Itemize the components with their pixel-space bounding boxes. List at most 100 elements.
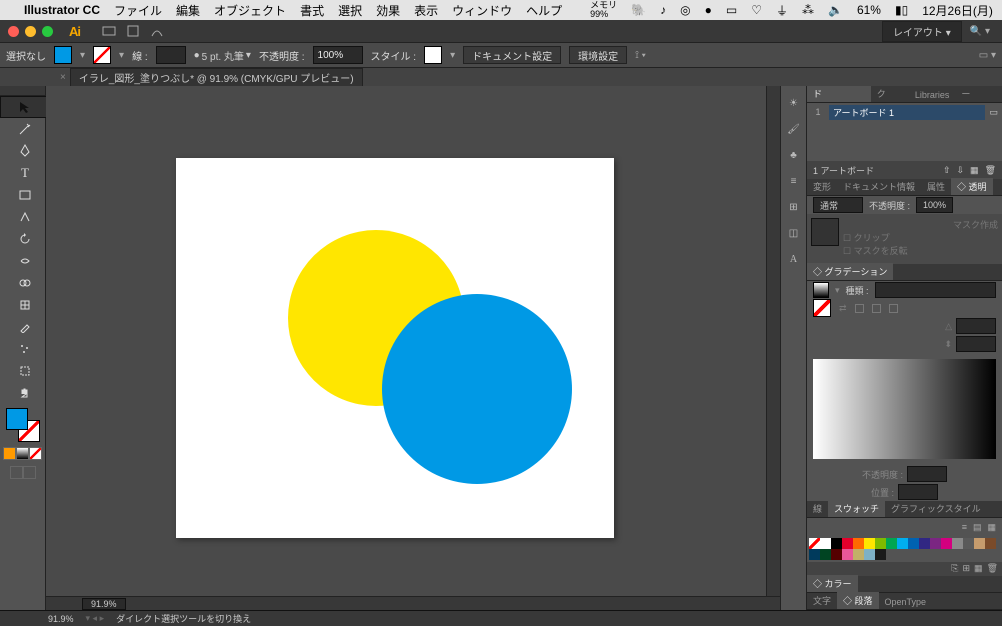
tab-swatches[interactable]: スウォッチ <box>828 500 885 517</box>
eyedropper-tool[interactable] <box>0 316 50 338</box>
swatch-item[interactable] <box>974 538 985 549</box>
swatch-item[interactable] <box>886 538 897 549</box>
stroke-swatch[interactable] <box>93 46 111 64</box>
tab-transparency[interactable]: ◇ 透明 <box>951 178 993 195</box>
blue-circle-shape[interactable] <box>382 294 572 484</box>
display-icon[interactable]: ▭ <box>726 3 737 17</box>
vertical-scrollbar[interactable] <box>766 86 780 596</box>
stroke-panel-icon[interactable]: ≡ <box>785 172 803 190</box>
selection-tool[interactable] <box>0 96 50 118</box>
swatch-item[interactable] <box>963 538 974 549</box>
zoom-level-display[interactable]: 91.9% <box>82 598 126 610</box>
artboard-tool[interactable] <box>0 360 50 382</box>
gradient-across-stroke-icon[interactable] <box>855 304 864 313</box>
gradient-mode-icon[interactable] <box>16 447 29 460</box>
swatch-item[interactable] <box>809 549 820 560</box>
new-swatch-icon[interactable]: ▦ <box>974 563 983 575</box>
tab-attributes[interactable]: 属性 <box>921 178 951 195</box>
tab-opentype[interactable]: OpenType <box>879 595 933 609</box>
swatch-item[interactable] <box>831 538 842 549</box>
fill-color-box[interactable] <box>6 408 28 430</box>
document-setup-button[interactable]: ドキュメント設定 <box>463 46 561 64</box>
pathfinder-panel-icon[interactable]: ◫ <box>785 224 803 242</box>
gradient-stop-opacity-input[interactable] <box>907 466 947 482</box>
menu-type[interactable]: 書式 <box>300 2 324 19</box>
gradient-preview[interactable] <box>813 359 996 459</box>
app-name[interactable]: Illustrator CC <box>24 3 100 17</box>
align-icon[interactable]: ⟟ ▾ <box>635 50 646 61</box>
delete-artboard-icon[interactable]: 🗑 <box>985 165 996 176</box>
artboard-name[interactable]: アートボード 1 <box>829 105 985 120</box>
fill-stroke-indicator[interactable] <box>4 408 41 444</box>
document-tab[interactable]: イラレ_図形_塗りつぶし* @ 91.9% (CMYK/GPU プレビュー) <box>70 68 363 87</box>
tab-graphicstyles[interactable]: グラフィックスタイル <box>885 500 987 517</box>
volume-icon[interactable]: 🔈 <box>828 3 843 17</box>
window-zoom-button[interactable] <box>42 26 53 37</box>
menu-help[interactable]: ヘルプ <box>526 2 562 19</box>
stroke-profile[interactable]: ● 5 pt. 丸筆 ▾ <box>194 48 251 63</box>
artboard[interactable] <box>176 158 614 538</box>
menu-effect[interactable]: 効果 <box>376 2 400 19</box>
transparency-thumb[interactable] <box>811 218 839 246</box>
window-close-button[interactable] <box>8 26 19 37</box>
delete-swatch-icon[interactable]: 🗑 <box>987 563 998 575</box>
swatch-options-icon[interactable]: ⊞ <box>963 563 971 575</box>
rectangle-tool[interactable] <box>0 184 50 206</box>
swatch-list-icon[interactable]: ▤ <box>973 522 982 533</box>
swatch-item[interactable] <box>875 549 886 560</box>
transparency-opacity-input[interactable]: 100% <box>916 197 953 213</box>
swatch-item[interactable] <box>842 538 853 549</box>
swatch-item[interactable] <box>853 549 864 560</box>
status-icon[interactable]: ♪ <box>660 3 666 17</box>
shape-builder-tool[interactable] <box>0 272 50 294</box>
preferences-button[interactable]: 環境設定 <box>569 46 627 64</box>
arrange-icon[interactable] <box>148 22 166 40</box>
symbol-sprayer-tool[interactable] <box>0 338 50 360</box>
swatch-item[interactable] <box>853 538 864 549</box>
tab-layers[interactable]: レイヤー <box>955 86 1002 102</box>
swatch-item[interactable] <box>864 549 875 560</box>
swatch-library-icon[interactable]: ⎘ <box>951 563 958 575</box>
gradient-aspect-input[interactable] <box>956 336 996 352</box>
zoom-field[interactable]: 91.9% <box>48 614 74 624</box>
swatch-item[interactable] <box>985 538 996 549</box>
swatch-item[interactable] <box>820 538 831 549</box>
reorder-down-icon[interactable]: ⇩ <box>957 165 965 176</box>
color-mode-icon[interactable] <box>3 447 16 460</box>
color-guide-panel-icon[interactable]: ☀ <box>785 94 803 112</box>
width-tool[interactable] <box>0 250 50 272</box>
gradient-stop-location-input[interactable] <box>898 484 938 500</box>
invert-mask-checkbox[interactable]: ☐ マスクを反転 <box>843 244 998 257</box>
canvas-area[interactable]: 91.9% <box>46 86 780 610</box>
menu-select[interactable]: 選択 <box>338 2 362 19</box>
swatch-item[interactable] <box>930 538 941 549</box>
style-swatch[interactable] <box>424 46 442 64</box>
align-panel-icon[interactable]: ⊞ <box>785 198 803 216</box>
battery-icon[interactable]: ▮▯ <box>895 3 908 17</box>
symbols-panel-icon[interactable]: ♣ <box>785 146 803 164</box>
evernote-icon[interactable]: 🐘 <box>631 3 646 17</box>
stroke-weight-input[interactable]: ‎ <box>156 46 186 64</box>
window-minimize-button[interactable] <box>25 26 36 37</box>
bluetooth-icon[interactable]: ⁂ <box>802 3 814 17</box>
menu-view[interactable]: 表示 <box>414 2 438 19</box>
tab-transform[interactable]: 変形 <box>807 178 837 195</box>
panel-menu-icon[interactable]: ▭ ▾ <box>979 50 996 61</box>
mesh-tool[interactable] <box>0 294 50 316</box>
character-panel-icon[interactable]: A <box>785 250 803 268</box>
type-tool[interactable]: T <box>0 162 50 184</box>
menu-object[interactable]: オブジェクト <box>214 2 286 19</box>
line-icon[interactable]: ● <box>705 3 712 17</box>
cc-icon[interactable]: ◎ <box>680 3 690 17</box>
swatch-item[interactable] <box>842 549 853 560</box>
tab-links[interactable]: リンク <box>871 86 909 102</box>
opacity-input[interactable]: 100% <box>313 46 363 64</box>
swatch-item[interactable] <box>831 549 842 560</box>
swatch-item[interactable] <box>820 549 831 560</box>
swatch-grid-icon[interactable]: ▦ <box>987 522 996 533</box>
airdrop-icon[interactable]: ♡ <box>751 3 762 17</box>
screen-mode-full-icon[interactable] <box>23 466 36 479</box>
gradient-type-select[interactable] <box>875 282 996 298</box>
wifi-icon[interactable]: ⏚ <box>776 2 788 19</box>
gradient-within-stroke-icon[interactable] <box>889 304 898 313</box>
